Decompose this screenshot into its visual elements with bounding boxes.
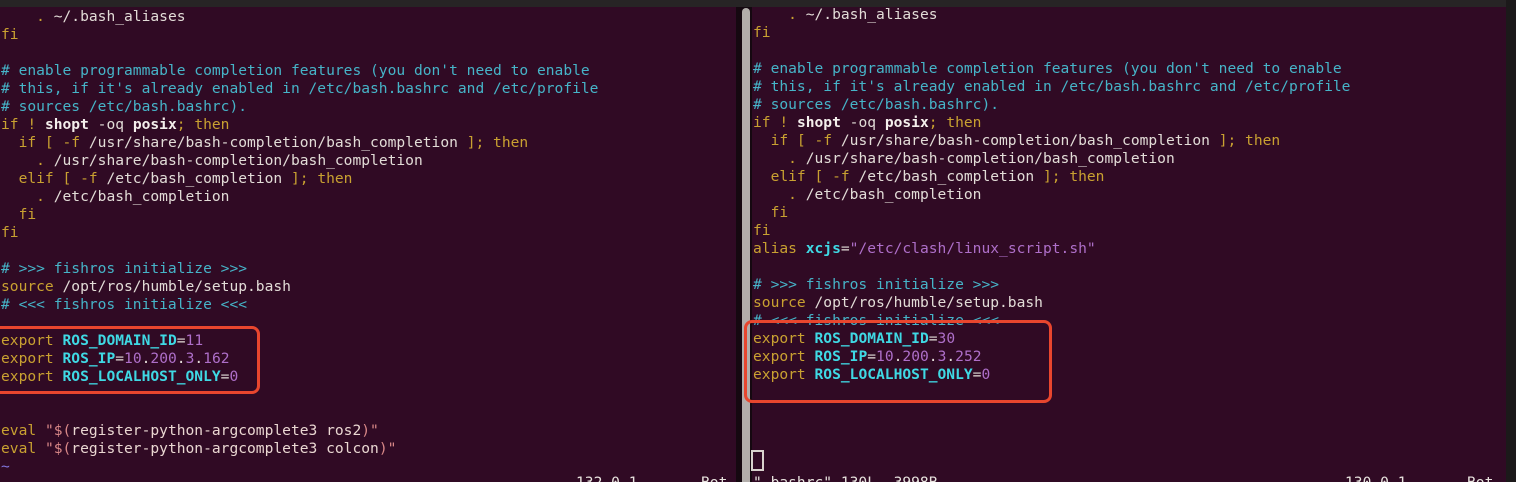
code-line: if [ -f /usr/share/bash-completion/bash_… xyxy=(753,132,1503,150)
code-line: elif [ -f /etc/bash_completion ]; then xyxy=(753,168,1503,186)
ros-export-highlight-box-left xyxy=(0,326,260,394)
code-line: if [ -f /usr/share/bash-completion/bash_… xyxy=(1,134,735,152)
code-line: fi xyxy=(753,222,1503,240)
code-line: # >>> fishros initialize >>> xyxy=(1,260,735,278)
code-line: source /opt/ros/humble/setup.bash xyxy=(1,278,735,296)
vim-scroll-position-left: Bot xyxy=(701,474,727,482)
vim-ruler-left: 132,0-1 xyxy=(576,474,638,482)
code-line: # enable programmable completion feature… xyxy=(1,62,735,80)
code-line: fi xyxy=(753,204,1503,222)
code-line: # sources /etc/bash.bashrc). xyxy=(1,98,735,116)
code-line xyxy=(753,42,1503,60)
code-line: fi xyxy=(753,24,1503,42)
scrollbar-thumb[interactable] xyxy=(742,8,750,482)
code-line: . ~/.bash_aliases xyxy=(753,6,1503,24)
code-line: # this, if it's already enabled in /etc/… xyxy=(1,80,735,98)
code-line: source /opt/ros/humble/setup.bash xyxy=(753,294,1503,312)
vim-file-info-right: ".bashrc" 130L, 3998B xyxy=(753,474,938,482)
vim-ruler-right: 130,0-1 xyxy=(1345,474,1407,482)
code-line: . /etc/bash_completion xyxy=(1,188,735,206)
code-line: fi xyxy=(1,224,735,242)
code-line: # <<< fishros initialize <<< xyxy=(1,296,735,314)
code-line xyxy=(753,258,1503,276)
code-line: if ! shopt -oq posix; then xyxy=(753,114,1503,132)
dual-terminal-screen: . ~/.bash_aliasesfi # enable programmabl… xyxy=(0,0,1516,482)
code-line: elif [ -f /etc/bash_completion ]; then xyxy=(1,170,735,188)
code-line: if ! shopt -oq posix; then xyxy=(1,116,735,134)
code-line: # >>> fishros initialize >>> xyxy=(753,276,1503,294)
code-line: # enable programmable completion feature… xyxy=(753,60,1503,78)
terminal-pane-left[interactable]: . ~/.bash_aliasesfi # enable programmabl… xyxy=(1,8,735,476)
code-line: . /usr/share/bash-completion/bash_comple… xyxy=(753,150,1503,168)
code-line: # this, if it's already enabled in /etc/… xyxy=(753,78,1503,96)
code-line xyxy=(1,242,735,260)
vim-scroll-position-right: Bot xyxy=(1467,474,1493,482)
code-line: fi xyxy=(1,206,735,224)
code-line: . ~/.bash_aliases xyxy=(1,8,735,26)
code-line: eval "$(register-python-argcomplete3 col… xyxy=(1,440,735,458)
code-line xyxy=(1,404,735,422)
code-line: # sources /etc/bash.bashrc). xyxy=(753,96,1503,114)
code-line xyxy=(1,44,735,62)
code-line: . /usr/share/bash-completion/bash_comple… xyxy=(1,152,735,170)
ros-export-highlight-box-right xyxy=(744,320,1052,403)
code-line: fi xyxy=(1,26,735,44)
code-line: alias xcjs="/etc/clash/linux_script.sh" xyxy=(753,240,1503,258)
vim-hollow-cursor xyxy=(751,450,764,471)
window-right-edge xyxy=(1506,0,1516,482)
code-line: eval "$(register-python-argcomplete3 ros… xyxy=(1,422,735,440)
code-line: . /etc/bash_completion xyxy=(753,186,1503,204)
